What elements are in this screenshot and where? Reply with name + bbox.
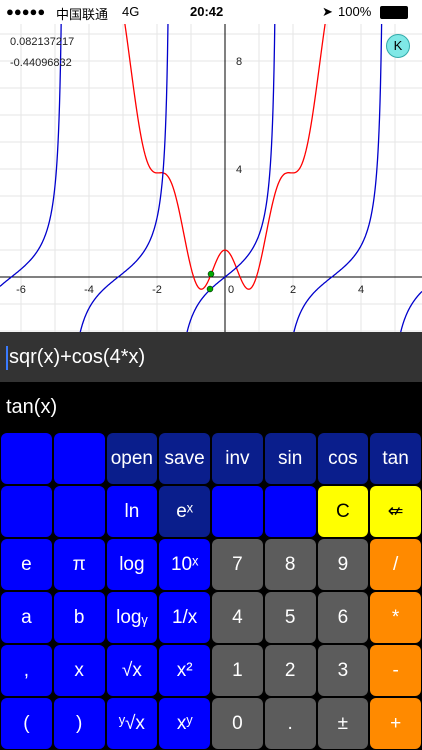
- close-paren-button[interactable]: ): [53, 698, 105, 749]
- square-button[interactable]: x²: [159, 645, 210, 696]
- tan-button[interactable]: tan: [370, 433, 421, 484]
- x-button[interactable]: x: [53, 645, 105, 696]
- blank-key[interactable]: [53, 486, 105, 537]
- blank-key[interactable]: [212, 486, 263, 537]
- x-tick-label: 4: [358, 284, 364, 296]
- y-tick-label: 8: [236, 56, 242, 68]
- expression-1-text: sqr(x)+cos(4*x): [9, 346, 146, 368]
- eight-button[interactable]: 8: [264, 539, 316, 590]
- pow10-button[interactable]: 10ˣ: [159, 539, 210, 590]
- battery-percent: 100%: [338, 4, 372, 19]
- expression-input[interactable]: sqr(x)+cos(4*x): [0, 332, 422, 382]
- decimal-button[interactable]: .: [264, 698, 316, 749]
- clock: 20:42: [190, 4, 224, 19]
- network-label: 4G: [122, 4, 140, 19]
- intersection-point: [206, 285, 214, 293]
- a-button[interactable]: a: [1, 592, 52, 643]
- coord-x-readout: 0.082137217: [10, 36, 75, 48]
- x-tick-label: 2: [290, 284, 296, 296]
- yroot-button[interactable]: ʸ√x: [106, 698, 158, 749]
- x-tick-label: -2: [152, 284, 162, 296]
- sin-button[interactable]: sin: [264, 433, 316, 484]
- text-cursor: [6, 345, 8, 370]
- k-button[interactable]: K: [386, 34, 410, 58]
- reciprocal-button[interactable]: 1/x: [159, 592, 210, 643]
- two-button[interactable]: 2: [264, 645, 316, 696]
- blank-key[interactable]: [53, 433, 105, 484]
- e-button[interactable]: e: [1, 539, 52, 590]
- carrier-label: 中国联通: [56, 7, 109, 22]
- cos-button[interactable]: cos: [317, 433, 369, 484]
- plus-button[interactable]: +: [370, 698, 421, 749]
- expression-2[interactable]: tan(x): [0, 382, 422, 432]
- blank-key[interactable]: [1, 486, 52, 537]
- function-plot[interactable]: -6 -4 -2 0 2 4 8 4: [0, 24, 422, 332]
- intersection-point: [207, 270, 215, 278]
- x-tick-label: 0: [228, 284, 234, 296]
- signal-icon: ●●●●●: [6, 4, 46, 19]
- exp-button[interactable]: eˣ: [159, 486, 210, 537]
- one-button[interactable]: 1: [212, 645, 263, 696]
- battery-icon: [380, 6, 408, 19]
- comma-button[interactable]: ,: [1, 645, 52, 696]
- multiply-button[interactable]: *: [370, 592, 421, 643]
- zero-button[interactable]: 0: [212, 698, 263, 749]
- save-button[interactable]: save: [159, 433, 210, 484]
- seven-button[interactable]: 7: [212, 539, 263, 590]
- x-tick-label: -4: [84, 284, 94, 296]
- logy-button[interactable]: logᵧ: [106, 592, 158, 643]
- y-tick-label: 4: [236, 164, 242, 176]
- inv-button[interactable]: inv: [212, 433, 263, 484]
- expression-2-text: tan(x): [6, 396, 58, 418]
- sqrt-button[interactable]: √x: [106, 645, 158, 696]
- keypad: open save inv sin cos tan ln eˣ C ⇍ e π log 10ˣ 7 8 9/ a b…: [0, 432, 422, 750]
- x-tick-label: -6: [16, 284, 26, 296]
- status-bar: ●●●●● 中国联通 4G 20:42 ➤ 100%: [0, 0, 422, 24]
- open-button[interactable]: open: [106, 433, 158, 484]
- nine-button[interactable]: 9: [317, 539, 369, 590]
- divide-button[interactable]: /: [370, 539, 421, 590]
- graph-view[interactable]: -6 -4 -2 0 2 4 8 4 0.082137217 -0.44096832 K: [0, 24, 422, 332]
- blank-key[interactable]: [1, 433, 52, 484]
- four-button[interactable]: 4: [212, 592, 263, 643]
- b-button[interactable]: b: [53, 592, 105, 643]
- clear-button[interactable]: C: [317, 486, 369, 537]
- power-button[interactable]: xʸ: [159, 698, 210, 749]
- log-button[interactable]: log: [106, 539, 158, 590]
- three-button[interactable]: 3: [317, 645, 369, 696]
- open-paren-button[interactable]: (: [1, 698, 52, 749]
- six-button[interactable]: 6: [317, 592, 369, 643]
- location-icon: ➤: [322, 4, 333, 19]
- backspace-button[interactable]: ⇍: [370, 486, 421, 537]
- coord-y-readout: -0.44096832: [10, 57, 72, 69]
- minus-button[interactable]: -: [370, 645, 421, 696]
- ln-button[interactable]: ln: [106, 486, 158, 537]
- plus-minus-button[interactable]: ±: [317, 698, 369, 749]
- five-button[interactable]: 5: [264, 592, 316, 643]
- pi-button[interactable]: π: [53, 539, 105, 590]
- blank-key[interactable]: [264, 486, 316, 537]
